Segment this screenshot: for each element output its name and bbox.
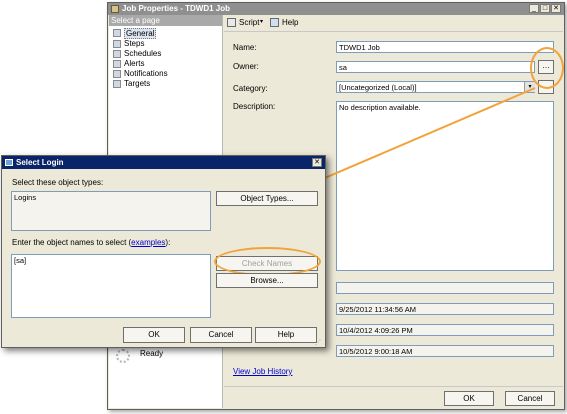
dialog-cancel-button[interactable]: Cancel <box>190 327 252 343</box>
enter-names-label: Enter the object names to select (exampl… <box>12 238 171 247</box>
examples-link[interactable]: examples <box>131 238 165 247</box>
dialog-ok-button[interactable]: OK <box>123 327 185 343</box>
dialog-help-button[interactable]: Help <box>255 327 317 343</box>
highlight-oval-owner <box>530 47 564 89</box>
dialog-app-icon <box>5 159 13 166</box>
highlight-oval-check-names <box>214 247 321 276</box>
dialog-titlebar: Select Login <box>2 156 325 169</box>
resize-grip-icon[interactable]: ⋰ <box>315 340 323 346</box>
object-types-button[interactable]: Object Types... <box>216 191 318 206</box>
object-types-label: Select these object types: <box>12 178 104 187</box>
browse-button[interactable]: Browse... <box>216 273 318 288</box>
object-types-field: Logins <box>11 191 211 231</box>
object-names-input[interactable]: [sa] <box>11 254 211 318</box>
dialog-title: Select Login <box>16 158 64 167</box>
dialog-close-button[interactable]: ✕ <box>312 158 322 167</box>
